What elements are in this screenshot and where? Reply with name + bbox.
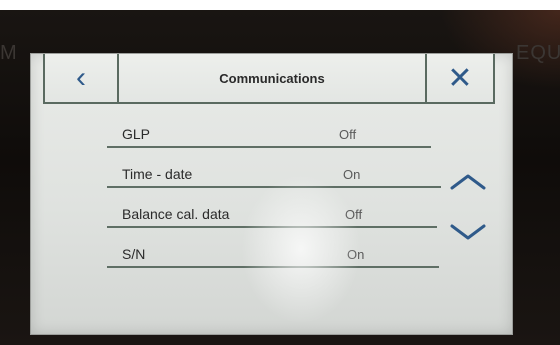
chevron-down-icon <box>450 224 486 240</box>
page-title: Communications <box>219 70 325 86</box>
chevron-left-icon: ‹ <box>76 61 86 94</box>
touch-screen: ‹ Communications ✕ GLP Off Time - date O… <box>30 53 513 335</box>
scroll-up-button[interactable] <box>450 166 486 196</box>
back-button[interactable]: ‹ <box>45 54 119 102</box>
setting-row-time-date[interactable]: Time - date On <box>107 156 441 188</box>
setting-value: Off <box>345 207 363 222</box>
close-button[interactable]: ✕ <box>425 54 493 102</box>
device-frame: M EQU ‹ Communications ✕ GLP Off Time - … <box>0 10 560 345</box>
bezel-left-label: M <box>0 42 18 64</box>
setting-row-glp[interactable]: GLP Off <box>107 116 431 148</box>
setting-value: On <box>347 247 365 262</box>
setting-value: On <box>343 167 361 182</box>
close-icon: ✕ <box>447 61 473 95</box>
setting-label: Balance cal. data <box>122 206 230 222</box>
setting-label: GLP <box>122 126 151 142</box>
setting-value: Off <box>339 127 357 142</box>
setting-label: Time - date <box>122 166 193 182</box>
setting-label: S/N <box>122 246 146 262</box>
scroll-down-button[interactable] <box>450 218 486 248</box>
setting-row-balance-cal-data[interactable]: Balance cal. data Off <box>107 196 437 228</box>
setting-row-serial-number[interactable]: S/N On <box>107 236 439 268</box>
header-bar: ‹ Communications ✕ <box>43 54 495 104</box>
chevron-up-icon <box>450 174 486 190</box>
bezel-right-label: EQU <box>516 42 560 64</box>
